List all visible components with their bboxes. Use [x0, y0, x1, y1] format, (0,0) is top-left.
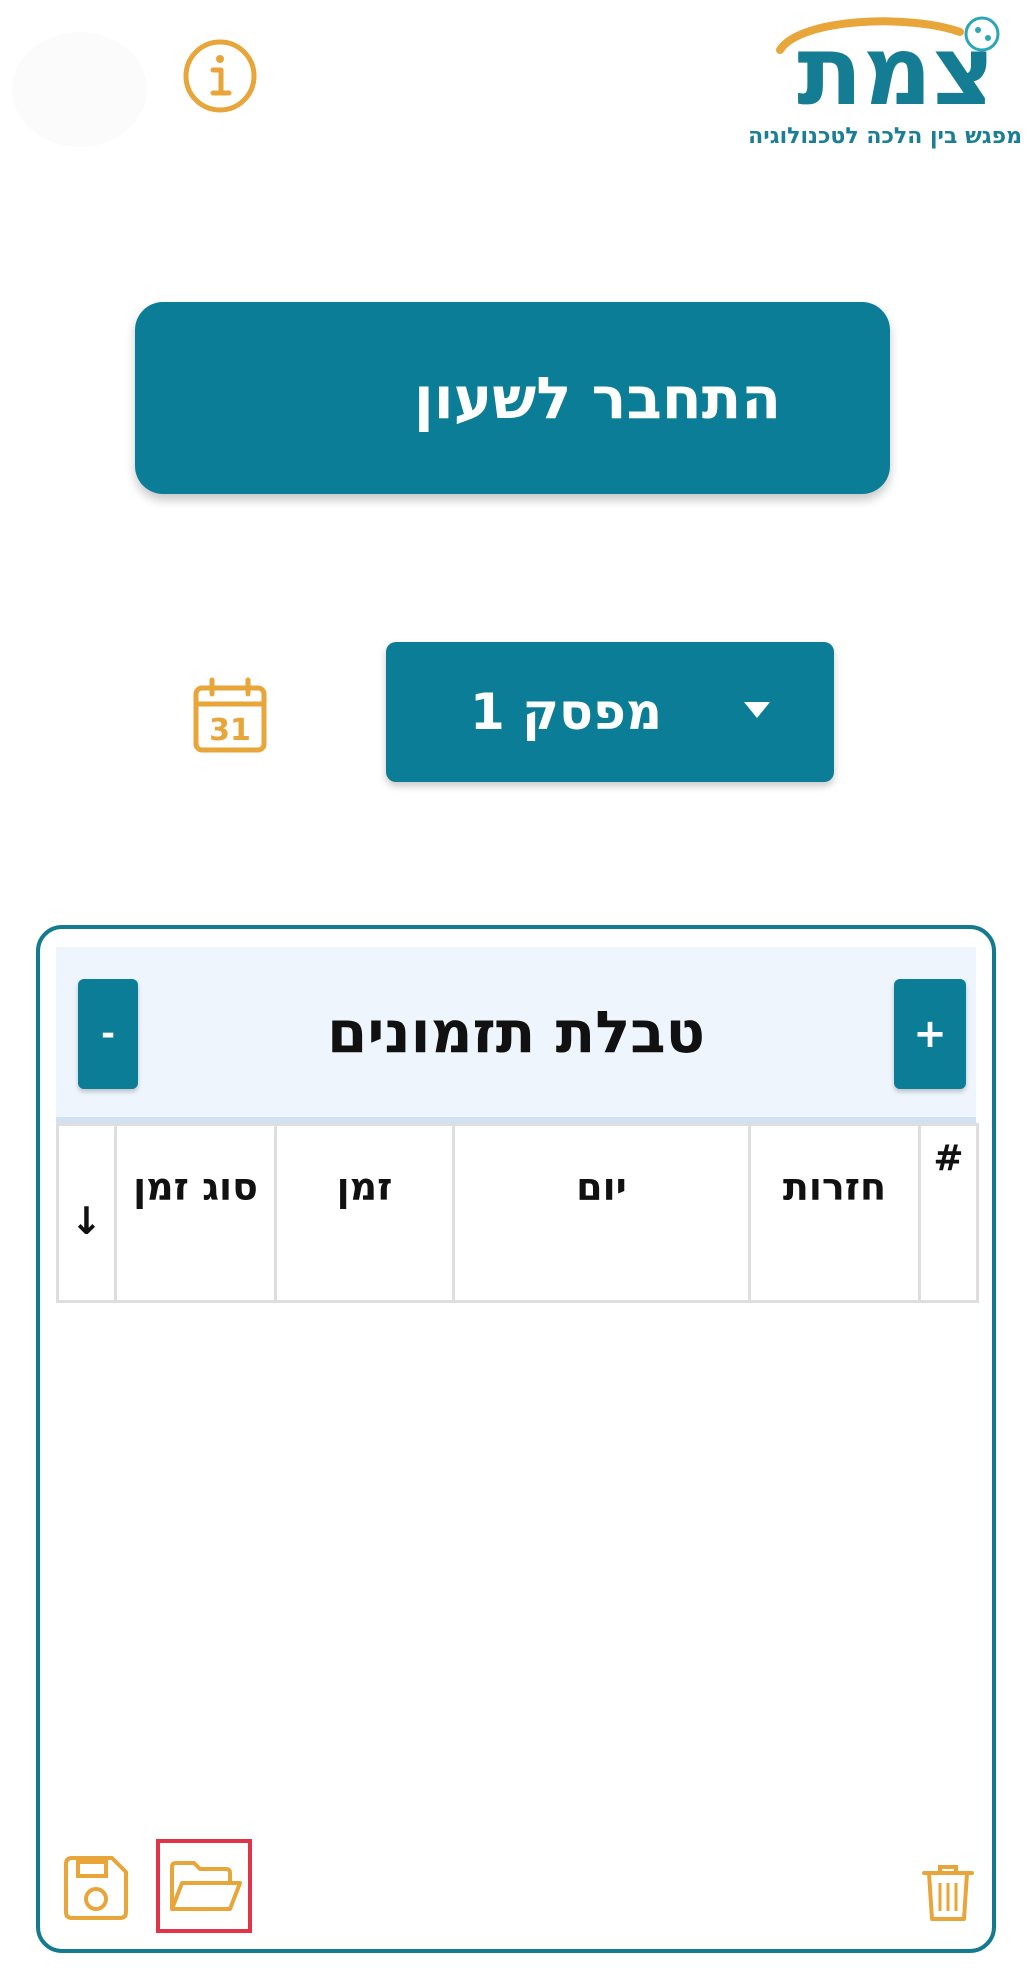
connect-clock-label: התחבר לשעון [413, 364, 782, 432]
open-file-button[interactable] [156, 1839, 252, 1933]
add-row-button[interactable]: + [894, 979, 966, 1089]
table-header-row: # חזרות יום זמן סוג זמן ↓ [56, 1123, 979, 1303]
remove-row-button[interactable]: - [78, 979, 138, 1089]
trash-icon[interactable] [920, 1861, 976, 1925]
info-icon[interactable] [180, 36, 260, 116]
search-icon [907, 366, 959, 418]
floppy-disk-icon[interactable] [60, 1854, 130, 1924]
column-header-time[interactable]: זמן [274, 1123, 455, 1303]
column-header-index: # [918, 1123, 979, 1303]
sort-arrow-icon[interactable]: ↓ [56, 1123, 117, 1303]
schedule-card: טבלת תזמונים - + # חזרות יום זמן סוג זמן… [36, 925, 996, 1953]
folder-open-icon [170, 1861, 242, 1911]
schedule-card-header: טבלת תזמונים - + [56, 947, 976, 1117]
profile-placeholder [12, 32, 147, 147]
calendar-icon[interactable]: 31 [190, 676, 270, 756]
caret-down-icon [744, 702, 770, 718]
app-logo: צמת מפגש בין הלכה לטכנולוגיה [748, 10, 1022, 158]
schedule-title: טבלת תזמונים [326, 998, 706, 1066]
logo-tagline: מפגש בין הלכה לטכנולוגיה [748, 124, 1022, 149]
switch-select-value: מפסק 1 [469, 683, 663, 741]
calendar-day: 31 [209, 713, 251, 748]
column-header-day[interactable]: יום [452, 1123, 751, 1303]
column-header-time-type[interactable]: סוג זמן [114, 1123, 277, 1303]
logo-wordmark: צמת [797, 15, 995, 127]
column-header-repeats[interactable]: חזרות [748, 1123, 921, 1303]
switch-select[interactable]: מפסק 1 [386, 642, 834, 782]
connect-clock-button[interactable]: התחבר לשעון [135, 302, 959, 494]
schedule-table: # חזרות יום זמן סוג זמן ↓ [56, 1123, 979, 1303]
